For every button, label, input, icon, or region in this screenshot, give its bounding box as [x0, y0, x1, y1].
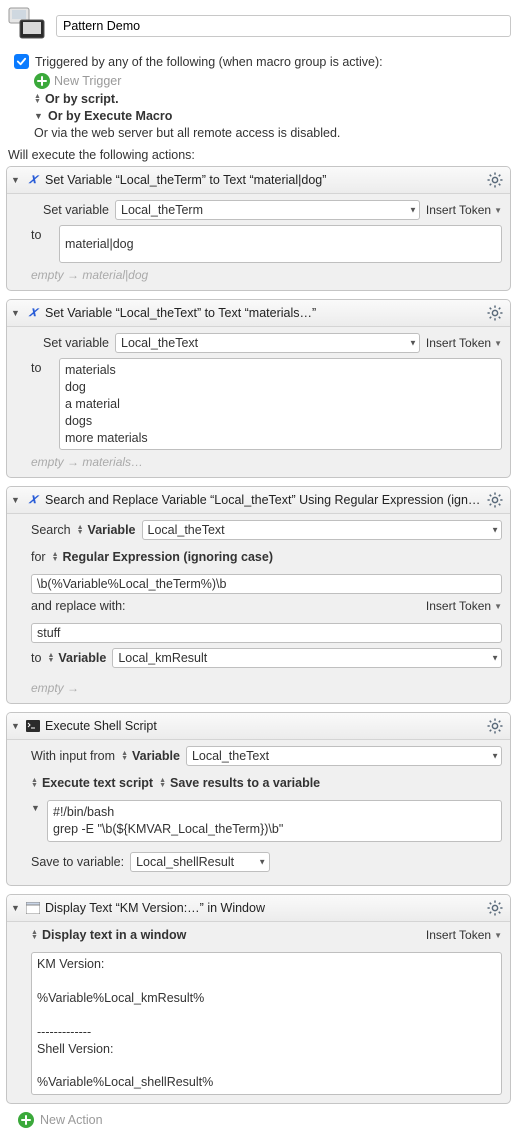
- variable-icon: 𝑥: [25, 492, 41, 508]
- chevron-down-icon[interactable]: ▼: [491, 754, 499, 759]
- new-action-label: New Action: [40, 1113, 103, 1127]
- dest-mode-popup[interactable]: ▲▼Variable: [47, 651, 106, 665]
- gear-icon[interactable]: [486, 491, 504, 509]
- to-label: to: [31, 651, 41, 665]
- or-by-script-popup[interactable]: ▲▼ Or by script.: [34, 92, 119, 106]
- insert-token-button[interactable]: Insert Token▼: [426, 336, 502, 350]
- disclosure-icon[interactable]: ▼: [11, 495, 21, 505]
- save-to-variable-label: Save to variable:: [31, 855, 124, 869]
- new-trigger-label: New Trigger: [54, 74, 121, 88]
- script-text-input[interactable]: #!/bin/bash grep -E "\b(${KMVAR_Local_th…: [47, 800, 502, 842]
- with-input-from-label: With input from: [31, 749, 115, 763]
- action-search-replace: ▼ 𝑥 Search and Replace Variable “Local_t…: [6, 486, 511, 704]
- hint-empty: empty: [31, 455, 64, 469]
- action-title: Execute Shell Script: [45, 719, 482, 733]
- gear-icon[interactable]: [486, 171, 504, 189]
- pattern-input[interactable]: \b(%Variable%Local_theTerm%)\b: [31, 574, 502, 594]
- add-action-button[interactable]: [18, 1112, 34, 1128]
- set-variable-label: Set variable: [31, 203, 109, 217]
- insert-token-button[interactable]: Insert Token▼: [426, 599, 502, 613]
- trigger-enabled-checkbox[interactable]: [14, 54, 29, 69]
- insert-token-button[interactable]: Insert Token▼: [426, 203, 502, 217]
- chevron-down-icon[interactable]: ▼: [258, 860, 266, 865]
- action-display-text: ▼ Display Text “KM Version:…” in Window …: [6, 894, 511, 1104]
- replace-value-input[interactable]: stuff: [31, 623, 502, 643]
- hint-empty: empty: [31, 268, 64, 282]
- gear-icon[interactable]: [486, 304, 504, 322]
- or-by-execute-macro[interactable]: Or by Execute Macro: [48, 109, 172, 123]
- chevron-down-icon[interactable]: ▼: [491, 656, 499, 661]
- disclosure-icon[interactable]: ▼: [11, 721, 21, 731]
- macro-title-input[interactable]: [56, 15, 511, 37]
- action-title: Set Variable “Local_theTerm” to Text “ma…: [45, 173, 482, 187]
- action-title: Search and Replace Variable “Local_theTe…: [45, 493, 482, 507]
- regex-mode-popup[interactable]: ▲▼Regular Expression (ignoring case): [52, 550, 273, 564]
- display-text-input[interactable]: KM Version: %Variable%Local_kmResult% --…: [31, 952, 502, 1095]
- set-variable-label: Set variable: [31, 336, 109, 350]
- terminal-icon: [25, 718, 41, 734]
- search-label: Search: [31, 523, 71, 537]
- hint-result: materials…: [82, 455, 143, 469]
- input-variable-input[interactable]: Local_theText ▼: [186, 746, 502, 766]
- variable-value-input[interactable]: materials dog a material dogs more mater…: [59, 358, 502, 450]
- action-set-variable-thetext: ▼ 𝑥 Set Variable “Local_theText” to Text…: [6, 299, 511, 478]
- add-trigger-button[interactable]: [34, 73, 50, 89]
- gear-icon[interactable]: [486, 717, 504, 735]
- variable-value-input[interactable]: material|dog: [59, 225, 502, 263]
- to-label: to: [31, 225, 53, 242]
- trigger-label: Triggered by any of the following (when …: [35, 55, 383, 69]
- chevron-down-icon[interactable]: ▼: [409, 208, 417, 213]
- insert-token-button[interactable]: Insert Token▼: [426, 928, 502, 942]
- action-title: Display Text “KM Version:…” in Window: [45, 901, 482, 915]
- search-source-popup[interactable]: ▲▼Variable: [77, 523, 136, 537]
- action-set-variable-theterm: ▼ 𝑥 Set Variable “Local_theTerm” to Text…: [6, 166, 511, 291]
- action-title: Set Variable “Local_theText” to Text “ma…: [45, 306, 482, 320]
- hint-empty: empty: [31, 681, 64, 695]
- variable-name-input[interactable]: Local_theText ▼: [115, 333, 420, 353]
- window-icon: [25, 900, 41, 916]
- chevron-down-icon[interactable]: ▼: [409, 341, 417, 346]
- input-mode-popup[interactable]: ▲▼Variable: [121, 749, 180, 763]
- or-via-webserver: Or via the web server but all remote acc…: [34, 126, 340, 140]
- dest-variable-input[interactable]: Local_kmResult ▼: [112, 648, 502, 668]
- disclosure-icon[interactable]: ▼: [34, 111, 44, 121]
- variable-icon: 𝑥: [25, 305, 41, 321]
- action-execute-shell-script: ▼ Execute Shell Script With input from ▲…: [6, 712, 511, 886]
- save-mode-popup[interactable]: ▲▼Save results to a variable: [159, 776, 320, 790]
- chevron-down-icon[interactable]: ▼: [491, 528, 499, 533]
- script-disclosure-icon[interactable]: ▼: [31, 800, 41, 813]
- to-label: to: [31, 358, 53, 375]
- disclosure-icon[interactable]: ▼: [11, 308, 21, 318]
- display-mode-popup[interactable]: ▲▼Display text in a window: [31, 928, 186, 942]
- disclosure-icon[interactable]: ▼: [11, 903, 21, 913]
- variable-name-input[interactable]: Local_theTerm ▼: [115, 200, 420, 220]
- gear-icon[interactable]: [486, 899, 504, 917]
- replace-with-label: and replace with:: [31, 599, 126, 613]
- disclosure-icon[interactable]: ▼: [11, 175, 21, 185]
- hint-result: material|dog: [82, 268, 148, 282]
- search-variable-input[interactable]: Local_theText ▼: [142, 520, 503, 540]
- execute-mode-popup[interactable]: ▲▼Execute text script: [31, 776, 153, 790]
- macro-icon: [6, 6, 46, 46]
- for-label: for: [31, 550, 46, 564]
- save-variable-input[interactable]: Local_shellResult ▼: [130, 852, 270, 872]
- variable-icon: 𝑥: [25, 172, 41, 188]
- execute-label: Will execute the following actions:: [8, 148, 511, 162]
